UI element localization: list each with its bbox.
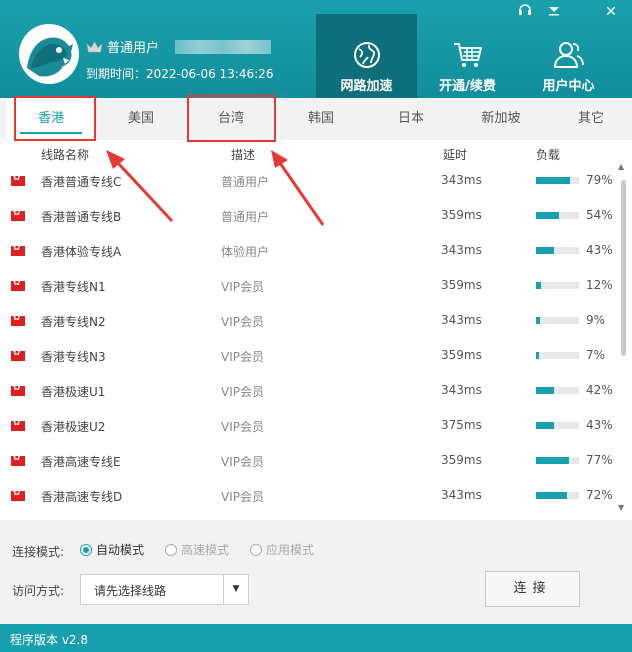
radio-high-speed-mode[interactable]: 高速模式 [165,541,229,558]
chevron-down-icon[interactable]: ▼ [223,575,248,604]
access-method-label: 访问方式: [12,584,65,598]
radio-app-mode[interactable]: 应用模式 [250,541,314,558]
radio-dot [80,543,92,556]
route-select-value: 请先选择线路 [94,584,167,598]
radio-auto-mode-label: 自动模式 [96,543,145,557]
connection-mode-label: 连接模式: [12,545,65,559]
radio-high-speed-mode-label: 高速模式 [181,543,230,557]
radio-dot [250,543,262,556]
version-text: 程序版本 v2.8 [10,633,89,647]
footer: 程序版本 v2.8 [0,624,632,652]
route-select[interactable]: 请先选择线路 ▼ [80,574,249,605]
connect-button[interactable]: 连接 [485,571,580,607]
radio-dot [165,543,177,556]
radio-app-mode-label: 应用模式 [266,543,315,557]
radio-auto-mode[interactable]: 自动模式 [80,541,144,558]
